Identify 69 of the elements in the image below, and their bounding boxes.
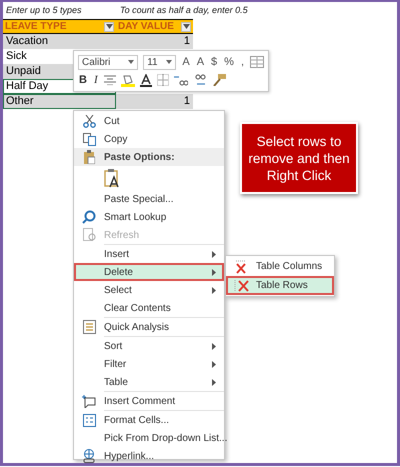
column-header: DAY VALUE [118, 21, 174, 32]
menu-item[interactable]: Select [74, 281, 224, 299]
menu-item[interactable]: Table Columns [226, 257, 334, 276]
submenu-arrow-icon [212, 379, 216, 386]
font-color-icon[interactable] [140, 74, 152, 86]
hyperlink-icon [82, 449, 96, 463]
submenu-arrow-icon [212, 287, 216, 294]
paste-option-button[interactable] [104, 168, 120, 188]
menu-section-header: Paste Options: [74, 148, 224, 166]
menu-item[interactable]: Clear Contents [74, 299, 224, 317]
font-name-dropdown[interactable]: Calibri [78, 54, 138, 70]
increase-font-size-button[interactable]: A [181, 55, 191, 69]
menu-item[interactable]: Filter [74, 355, 224, 373]
menu-item[interactable]: Hyperlink... [74, 447, 224, 463]
italic-button[interactable]: I [92, 73, 99, 87]
align-center-icon[interactable] [104, 75, 116, 85]
decrease-font-size-button[interactable]: A [196, 55, 206, 69]
menu-item[interactable]: Sort [74, 337, 224, 355]
table-cell: 1 [184, 95, 190, 107]
delete-columns-icon [234, 260, 248, 274]
menu-item[interactable]: Paste Special... [74, 190, 224, 208]
column-header: LEAVE TYPE [5, 21, 66, 32]
format-cells-icon [82, 414, 96, 426]
decrease-decimal-icon[interactable] [192, 74, 207, 86]
scissors-icon [82, 114, 96, 128]
currency-button[interactable]: $ [210, 55, 218, 69]
dropdown-arrow-icon [166, 60, 172, 64]
format-painter-icon[interactable] [212, 74, 226, 86]
instruction-note: Enter up to 5 types [6, 5, 83, 17]
filter-dropdown-button[interactable] [181, 22, 191, 32]
fill-color-icon[interactable] [120, 74, 135, 86]
clipboard-icon [83, 150, 95, 164]
submenu-arrow-icon [212, 251, 216, 258]
submenu-arrow-icon [212, 269, 216, 276]
menu-item[interactable]: Table [74, 373, 224, 391]
table-cell: Other [6, 95, 34, 107]
menu-item[interactable]: Insert Comment [74, 392, 224, 410]
filter-dropdown-button[interactable] [104, 22, 114, 32]
menu-item[interactable]: Quick Analysis [74, 318, 224, 336]
menu-item[interactable]: Format Cells... [74, 411, 224, 429]
increase-decimal-icon[interactable] [174, 74, 188, 86]
submenu-arrow-icon [212, 361, 216, 368]
table-cell: Vacation [6, 35, 48, 47]
delete-rows-icon [234, 279, 248, 292]
menu-item[interactable]: Copy [74, 130, 224, 148]
menu-item[interactable]: Pick From Drop-down List... [74, 429, 224, 447]
bold-button[interactable]: B [78, 73, 88, 87]
menu-item[interactable]: Delete [74, 263, 224, 281]
search-icon [82, 210, 96, 224]
comment-icon [82, 394, 96, 408]
table-cell: 1 [184, 35, 190, 47]
instruction-note: To count as half a day, enter 0.5 [120, 5, 248, 17]
font-size-dropdown[interactable]: 11 [143, 54, 176, 70]
menu-item[interactable]: Table Rows [226, 276, 334, 295]
menu-item[interactable]: Smart Lookup [74, 208, 224, 226]
submenu-arrow-icon [212, 343, 216, 350]
percent-button[interactable]: % [223, 55, 235, 69]
dropdown-arrow-icon [128, 60, 134, 64]
callout-box: Select rows to remove and then Right Click [240, 122, 358, 194]
refresh-icon [82, 228, 96, 242]
table-cell: Half Day [6, 80, 48, 92]
menu-item[interactable]: Cut [74, 112, 224, 130]
table-icon[interactable] [250, 56, 264, 68]
menu-item[interactable]: Insert [74, 245, 224, 263]
comma-style-button[interactable]: , [240, 55, 245, 69]
table-cell: Sick [6, 50, 27, 62]
quick-analysis-icon [82, 320, 96, 334]
copy-icon [82, 132, 96, 146]
table-cell: Unpaid [6, 65, 41, 77]
